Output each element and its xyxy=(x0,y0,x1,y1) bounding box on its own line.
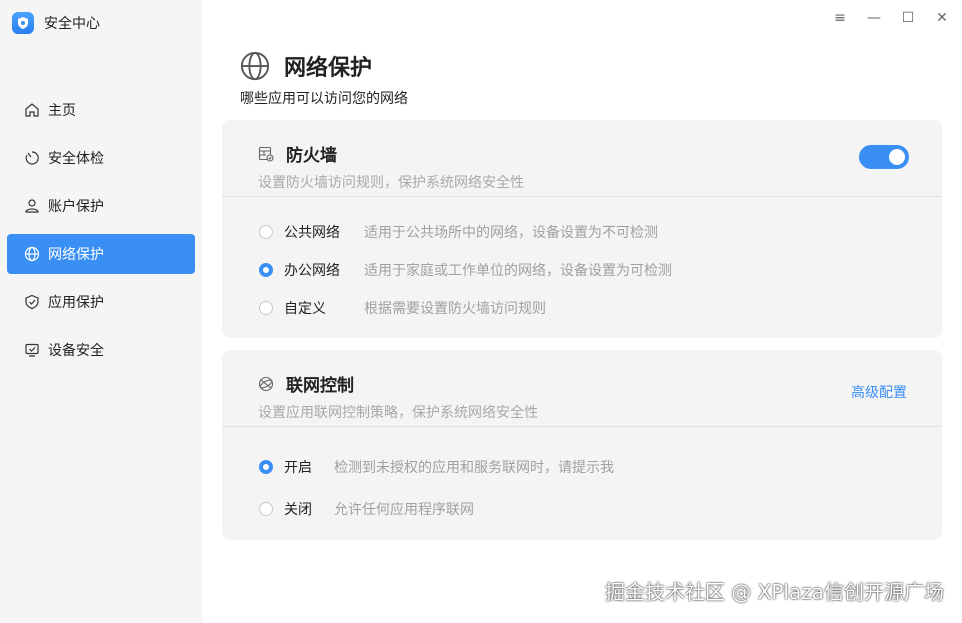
scan-icon xyxy=(24,150,40,166)
sidebar-item-label: 设备安全 xyxy=(48,340,104,360)
advanced-config-link[interactable]: 高级配置 xyxy=(851,382,907,402)
radio[interactable] xyxy=(259,502,273,516)
maximize-button[interactable]: ☐ xyxy=(898,8,918,28)
home-icon xyxy=(24,102,40,118)
sidebar-item-label: 账户保护 xyxy=(48,196,104,216)
network-control-card: 联网控制 设置应用联网控制策略，保护系统网络安全性 高级配置 开启检测到未授权的… xyxy=(222,350,942,540)
watermark: 掘金技术社区 @ XPlaza信创开源广场 xyxy=(605,576,944,605)
radio[interactable] xyxy=(259,263,273,277)
globe-icon xyxy=(24,246,40,262)
network-control-option-off[interactable]: 关闭允许任何应用程序联网 xyxy=(259,499,474,519)
page-header: 网络保护 哪些应用可以访问您的网络 xyxy=(240,50,408,108)
network-control-title: 联网控制 xyxy=(286,371,354,396)
globe-icon xyxy=(240,51,270,81)
sidebar-item-network[interactable]: 网络保护 xyxy=(7,234,195,274)
option-desc: 根据需要设置防火墙访问规则 xyxy=(364,298,546,318)
sidebar-item-device[interactable]: 设备安全 xyxy=(7,330,195,370)
app-title: 安全中心 xyxy=(12,12,100,34)
radio[interactable] xyxy=(259,301,273,315)
sidebar-item-security-check[interactable]: 安全体检 xyxy=(7,138,195,178)
option-label: 开启 xyxy=(284,457,334,477)
user-icon xyxy=(24,198,40,214)
firewall-title: 防火墙 xyxy=(286,141,337,166)
sidebar-item-label: 网络保护 xyxy=(48,244,104,264)
monitor-icon xyxy=(24,342,40,358)
close-button[interactable]: ✕ xyxy=(932,8,952,28)
sidebar-item-account[interactable]: 账户保护 xyxy=(7,186,195,226)
window-controls: ≡ — ☐ ✕ xyxy=(830,8,952,28)
sidebar: 安全中心 主页 安全体检 账户保护 网络保护 应用保护 设备安全 xyxy=(0,0,202,623)
firewall-option-custom[interactable]: 自定义根据需要设置防火墙访问规则 xyxy=(259,298,546,318)
firewall-icon xyxy=(258,146,274,162)
option-label: 自定义 xyxy=(284,298,364,318)
sidebar-item-label: 安全体检 xyxy=(48,148,104,168)
option-label: 公共网络 xyxy=(284,222,364,242)
sidebar-item-home[interactable]: 主页 xyxy=(7,90,195,130)
sidebar-nav: 主页 安全体检 账户保护 网络保护 应用保护 设备安全 xyxy=(7,90,195,378)
radio[interactable] xyxy=(259,460,273,474)
option-desc: 检测到未授权的应用和服务联网时，请提示我 xyxy=(334,457,614,477)
firewall-option-office[interactable]: 办公网络适用于家庭或工作单位的网络，设备设置为可检测 xyxy=(259,260,672,280)
app-logo-icon xyxy=(12,12,34,34)
firewall-toggle[interactable] xyxy=(859,145,909,169)
app-title-text: 安全中心 xyxy=(44,13,100,33)
network-control-desc: 设置应用联网控制策略，保护系统网络安全性 xyxy=(258,402,942,422)
sidebar-item-label: 应用保护 xyxy=(48,292,104,312)
radio[interactable] xyxy=(259,225,273,239)
option-desc: 适用于公共场所中的网络，设备设置为不可检测 xyxy=(364,222,658,242)
sidebar-item-label: 主页 xyxy=(48,100,76,120)
firewall-option-public[interactable]: 公共网络适用于公共场所中的网络，设备设置为不可检测 xyxy=(259,222,658,242)
option-label: 关闭 xyxy=(284,499,334,519)
sidebar-item-app-protection[interactable]: 应用保护 xyxy=(7,282,195,322)
minimize-button[interactable]: — xyxy=(864,8,884,28)
option-desc: 允许任何应用程序联网 xyxy=(334,499,474,519)
page-title: 网络保护 xyxy=(284,50,372,82)
network-control-option-on[interactable]: 开启检测到未授权的应用和服务联网时，请提示我 xyxy=(259,457,614,477)
firewall-card: 防火墙 设置防火墙访问规则，保护系统网络安全性 公共网络适用于公共场所中的网络，… xyxy=(222,120,942,338)
menu-button[interactable]: ≡ xyxy=(830,8,850,28)
network-globe-icon xyxy=(258,376,274,392)
option-label: 办公网络 xyxy=(284,260,364,280)
option-desc: 适用于家庭或工作单位的网络，设备设置为可检测 xyxy=(364,260,672,280)
page-subtitle: 哪些应用可以访问您的网络 xyxy=(240,88,408,108)
shield-icon xyxy=(24,294,40,310)
firewall-desc: 设置防火墙访问规则，保护系统网络安全性 xyxy=(258,172,942,192)
